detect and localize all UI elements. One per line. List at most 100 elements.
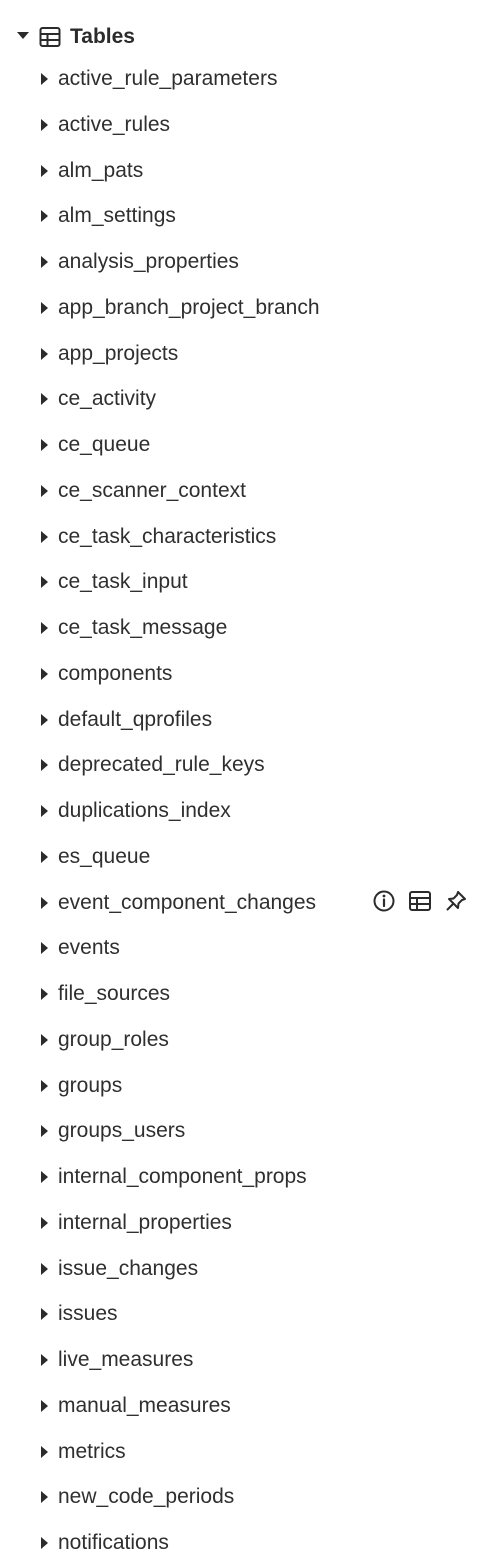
caret-down-icon[interactable] <box>17 32 29 39</box>
caret-right-icon[interactable] <box>41 439 48 451</box>
table-item[interactable]: ce_scanner_context <box>0 469 494 515</box>
table-item[interactable]: ce_activity <box>0 377 494 423</box>
caret-right-icon[interactable] <box>41 393 48 406</box>
table-item[interactable]: metrics <box>0 1430 494 1476</box>
table-item-label: issue_changes <box>58 1256 199 1280</box>
caret-right-icon[interactable] <box>41 942 48 955</box>
caret-right-icon[interactable] <box>41 1125 48 1138</box>
table-item-label: internal_component_props <box>58 1165 307 1188</box>
caret-right-icon[interactable] <box>41 850 48 863</box>
table-item[interactable]: issues <box>0 1292 494 1338</box>
table-item-label: groups_users <box>58 1119 186 1143</box>
table-list: active_rule_parameters active_rules alm_pa… <box>0 57 494 1567</box>
table-item[interactable]: issue_changes <box>0 1247 494 1293</box>
table-item-label: file_sources <box>58 982 171 1005</box>
caret-right-icon[interactable] <box>41 164 48 177</box>
table-item[interactable]: alm_pats <box>0 149 494 195</box>
caret-right-icon[interactable] <box>41 301 48 314</box>
caret-right-icon[interactable] <box>41 988 48 1000</box>
table-item[interactable]: app_projects <box>0 332 494 378</box>
caret-right-icon[interactable] <box>41 805 48 817</box>
caret-right-icon[interactable] <box>41 484 48 497</box>
tables-section-header[interactable]: Tables <box>0 14 494 60</box>
table-item[interactable]: live_measures <box>0 1338 494 1384</box>
caret-right-icon[interactable] <box>41 1354 48 1366</box>
table-item-label: alm_settings <box>58 204 176 228</box>
row-actions <box>372 889 468 913</box>
table-item[interactable]: groups_users <box>0 1109 494 1155</box>
table-item[interactable]: file_sources <box>0 972 494 1018</box>
table-item[interactable]: event_component_changes <box>0 881 494 927</box>
caret-right-icon[interactable] <box>41 1308 48 1321</box>
caret-right-icon[interactable] <box>41 896 48 909</box>
caret-right-icon[interactable] <box>41 1537 48 1549</box>
table-item-label: default_qprofiles <box>58 707 213 731</box>
table-item[interactable]: internal_component_props <box>0 1155 494 1201</box>
table-item-label: active_rule_parameters <box>58 67 278 90</box>
table-item[interactable]: deprecated_rule_keys <box>0 743 494 789</box>
table-item[interactable]: ce_task_input <box>0 560 494 606</box>
table-item[interactable]: manual_measures <box>0 1384 494 1430</box>
caret-right-icon[interactable] <box>41 256 48 268</box>
pin-icon[interactable] <box>444 889 468 913</box>
caret-right-icon[interactable] <box>41 1033 48 1046</box>
table-item-label: live_measures <box>58 1348 194 1371</box>
caret-right-icon[interactable] <box>41 713 48 726</box>
table-item[interactable]: events <box>0 926 494 972</box>
table-item-label: ce_queue <box>58 433 151 456</box>
caret-right-icon[interactable] <box>41 1079 48 1092</box>
caret-right-icon[interactable] <box>41 118 48 131</box>
caret-right-icon[interactable] <box>41 347 48 360</box>
table-item[interactable]: ce_task_message <box>0 606 494 652</box>
table-item-label: app_branch_project_branch <box>58 295 320 319</box>
table-item-label: events <box>58 936 120 960</box>
table-item[interactable]: analysis_properties <box>0 240 494 286</box>
table-item-label: deprecated_rule_keys <box>58 753 265 777</box>
table-item-label: notifications <box>58 1531 169 1554</box>
caret-right-icon[interactable] <box>41 530 48 543</box>
table-item[interactable]: default_qprofiles <box>0 698 494 744</box>
table-item[interactable]: internal_properties <box>0 1201 494 1247</box>
caret-right-icon[interactable] <box>41 1171 48 1183</box>
caret-right-icon[interactable] <box>41 622 48 634</box>
table-item[interactable]: new_code_periods <box>0 1475 494 1521</box>
table-item-label: metrics <box>58 1439 126 1463</box>
caret-right-icon[interactable] <box>41 1216 48 1229</box>
caret-right-icon[interactable] <box>41 1399 48 1412</box>
table-item[interactable]: active_rules <box>0 103 494 149</box>
table-item-label: analysis_properties <box>58 250 239 273</box>
table-item-label: manual_measures <box>58 1393 231 1417</box>
table-item-label: new_code_periods <box>58 1485 235 1509</box>
table-item[interactable]: components <box>0 652 494 698</box>
table-item[interactable]: duplications_index <box>0 789 494 835</box>
table-item-label: duplications_index <box>58 799 231 822</box>
caret-right-icon[interactable] <box>41 73 48 85</box>
caret-right-icon[interactable] <box>41 1445 48 1458</box>
caret-right-icon[interactable] <box>41 759 48 772</box>
table-item-label: ce_activity <box>58 387 157 411</box>
table-item-label: internal_properties <box>58 1210 232 1234</box>
table-item[interactable]: notifications <box>0 1521 494 1567</box>
table-item[interactable]: ce_queue <box>0 423 494 469</box>
caret-right-icon[interactable] <box>41 210 48 223</box>
table-item-label: app_projects <box>58 341 179 365</box>
table-item[interactable]: app_branch_project_branch <box>0 286 494 332</box>
table-item[interactable]: groups <box>0 1064 494 1110</box>
caret-right-icon[interactable] <box>41 1262 48 1275</box>
table-icon[interactable] <box>408 889 432 913</box>
table-item-label: issues <box>58 1302 118 1326</box>
caret-right-icon[interactable] <box>41 576 48 589</box>
table-item[interactable]: ce_task_characteristics <box>0 515 494 561</box>
table-item-label: active_rules <box>58 112 171 136</box>
caret-right-icon[interactable] <box>41 1491 48 1504</box>
table-item[interactable]: active_rule_parameters <box>0 57 494 103</box>
table-item-label: group_roles <box>58 1027 169 1051</box>
caret-right-icon[interactable] <box>41 667 48 680</box>
info-icon[interactable] <box>372 889 396 913</box>
table-item[interactable]: es_queue <box>0 835 494 881</box>
table-item[interactable]: group_roles <box>0 1018 494 1064</box>
table-item-label: components <box>58 661 173 685</box>
table-item[interactable]: alm_settings <box>0 194 494 240</box>
table-item-label: ce_scanner_context <box>58 478 246 502</box>
table-icon <box>39 26 61 48</box>
